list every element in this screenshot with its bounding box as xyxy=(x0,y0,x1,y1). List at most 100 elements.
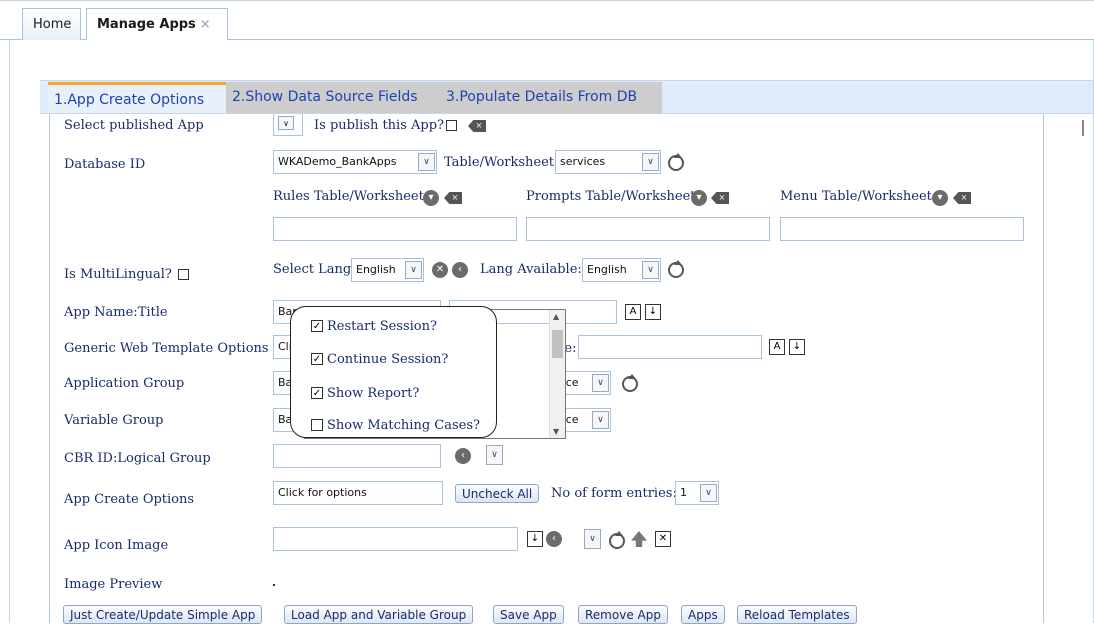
app-create-options-value: Click for options xyxy=(278,486,367,499)
refresh-icon[interactable] xyxy=(668,153,684,171)
app-create-options-label: App Create Options xyxy=(64,492,195,507)
publish-checkbox[interactable] xyxy=(446,120,457,131)
apps-button[interactable]: Apps xyxy=(681,605,725,624)
is-publish-label: Is publish this App? xyxy=(314,118,445,133)
panel-right-edge xyxy=(1043,114,1044,623)
cbr-id-input[interactable] xyxy=(273,444,441,468)
tab-manage-apps[interactable]: Manage Apps × xyxy=(86,8,228,40)
image-preview-label: Image Preview xyxy=(64,577,163,592)
lang-available-select[interactable]: English ∨ xyxy=(582,258,661,282)
step-tab-3[interactable]: 3.Populate Details From DB xyxy=(440,82,662,113)
table-ws-label: Table/Worksheet: xyxy=(444,155,559,170)
tab-home[interactable]: Home xyxy=(22,8,81,40)
chevron-down-icon: ∨ xyxy=(592,411,609,429)
option-label: Continue Session? xyxy=(327,352,449,367)
refresh-icon[interactable] xyxy=(668,260,684,278)
download-icon[interactable]: ↓ xyxy=(527,531,543,547)
chevron-left-icon[interactable]: ‹ xyxy=(452,262,468,278)
step-tab-1[interactable]: 1.App Create Options xyxy=(48,82,226,113)
published-app-select[interactable]: ∨ xyxy=(273,114,303,136)
clear-icon[interactable]: × xyxy=(953,192,971,204)
tab-manage-apps-label: Manage Apps xyxy=(97,17,196,32)
option-show-report[interactable]: ✓ Show Report? xyxy=(311,386,419,401)
option-continue-session[interactable]: ✓ Continue Session? xyxy=(311,352,449,367)
select-lang-label: Select Lang: xyxy=(273,262,356,277)
menu-ws-input[interactable] xyxy=(780,217,1024,241)
variable-group-label: Variable Group xyxy=(64,413,164,428)
select-lang-select[interactable]: English ∨ xyxy=(351,258,424,282)
close-circle-icon[interactable]: ✕ xyxy=(432,262,448,278)
tab-home-label: Home xyxy=(33,17,72,32)
remove-app-button[interactable]: Remove App xyxy=(578,605,668,624)
chevron-down-icon: ∨ xyxy=(592,374,609,392)
download-icon[interactable]: ↓ xyxy=(645,304,661,320)
chevron-left-icon[interactable]: ‹ xyxy=(455,448,471,464)
select-published-label: Select published App xyxy=(64,118,204,133)
no-form-entries-select[interactable]: 1 ∨ xyxy=(675,481,719,505)
app-create-options-popup: ✓ Restart Session? ✓ Continue Session? ✓ Sh… xyxy=(290,306,497,438)
just-create-button[interactable]: Just Create/Update Simple App xyxy=(63,605,263,624)
option-checkbox[interactable]: ✓ xyxy=(311,353,323,365)
multilingual-checkbox[interactable] xyxy=(178,269,189,280)
app-name-label: App Name:Title xyxy=(64,305,168,320)
reload-templates-button[interactable]: Reload Templates xyxy=(737,605,857,624)
step-tab-2[interactable]: 2.Show Data Source Fields xyxy=(226,82,440,113)
lang-available-value: English xyxy=(587,263,627,276)
chevron-down-icon[interactable]: ▼ xyxy=(553,427,559,436)
option-restart-session[interactable]: ✓ Restart Session? xyxy=(311,319,437,334)
app-create-options-input[interactable]: Click for options xyxy=(273,481,443,505)
rules-ws-input[interactable] xyxy=(273,217,517,241)
web-title-input[interactable] xyxy=(578,335,762,359)
upload-icon[interactable] xyxy=(631,531,647,547)
no-form-entries-label: No of form entries: xyxy=(551,486,677,501)
icon-dropdown-select[interactable]: ∨ xyxy=(584,529,601,549)
option-label: Show Matching Cases? xyxy=(327,418,480,433)
cbr-id-label: CBR ID:Logical Group xyxy=(64,451,211,466)
generic-web-label: Generic Web Template Options xyxy=(64,341,269,356)
chevron-down-icon: ∨ xyxy=(642,153,659,171)
option-show-matching-cases[interactable]: Show Matching Cases? xyxy=(311,418,480,433)
clear-icon[interactable]: × xyxy=(444,192,462,204)
lang-available-label: Lang Available: xyxy=(480,262,582,277)
table-ws-select[interactable]: services ∨ xyxy=(555,150,661,174)
menu-ws-label: Menu Table/Worksheet xyxy=(780,189,932,204)
option-checkbox[interactable]: ✓ xyxy=(311,320,323,332)
prompts-ws-label: Prompts Table/Worksheet xyxy=(526,189,696,204)
multilingual-label: Is MultiLingual? xyxy=(64,267,172,282)
chevron-down-icon[interactable]: ▾ xyxy=(932,190,948,206)
chevron-down-icon: ∨ xyxy=(418,153,435,171)
download-icon[interactable]: ↓ xyxy=(789,339,805,355)
option-checkbox[interactable]: ✓ xyxy=(311,387,323,399)
prompts-ws-input[interactable] xyxy=(526,217,770,241)
popup-scrollbar[interactable]: ▲ ▼ xyxy=(549,310,565,438)
refresh-icon[interactable] xyxy=(622,374,638,392)
app-icon-input[interactable] xyxy=(273,527,518,551)
close-icon[interactable]: × xyxy=(200,17,211,32)
chevron-up-icon[interactable]: ▲ xyxy=(553,312,559,321)
scroll-marker xyxy=(1082,120,1084,136)
rules-ws-label: Rules Table/Worksheet xyxy=(273,189,424,204)
chevron-down-icon[interactable]: ▾ xyxy=(691,190,707,206)
save-app-button[interactable]: Save App xyxy=(493,605,564,624)
translate-icon[interactable]: A xyxy=(769,339,785,355)
panel-left-edge xyxy=(49,114,50,623)
chevron-down-icon: ∨ xyxy=(700,484,717,502)
uncheck-all-button[interactable]: Uncheck All xyxy=(455,484,540,503)
refresh-icon[interactable] xyxy=(609,531,625,549)
database-id-value: WKADemo_BankApps xyxy=(278,155,397,168)
close-icon[interactable]: ✕ xyxy=(655,531,671,547)
chevron-down-icon[interactable]: ▾ xyxy=(423,190,439,206)
no-form-entries-value: 1 xyxy=(680,486,687,499)
scrollbar-thumb[interactable] xyxy=(552,330,563,358)
clear-icon[interactable]: × xyxy=(711,192,729,204)
image-preview-area xyxy=(273,584,275,586)
clear-icon[interactable]: × xyxy=(468,120,486,132)
cbr-dropdown-select[interactable]: ∨ xyxy=(486,445,503,465)
translate-icon[interactable]: A xyxy=(625,304,641,320)
option-checkbox[interactable] xyxy=(311,419,323,431)
database-id-select[interactable]: WKADemo_BankApps ∨ xyxy=(273,150,437,174)
load-app-button[interactable]: Load App and Variable Group xyxy=(284,605,474,624)
option-label: Restart Session? xyxy=(327,319,437,334)
chevron-left-icon[interactable]: ‹ xyxy=(546,531,562,547)
chevron-down-icon: ∨ xyxy=(642,261,659,279)
